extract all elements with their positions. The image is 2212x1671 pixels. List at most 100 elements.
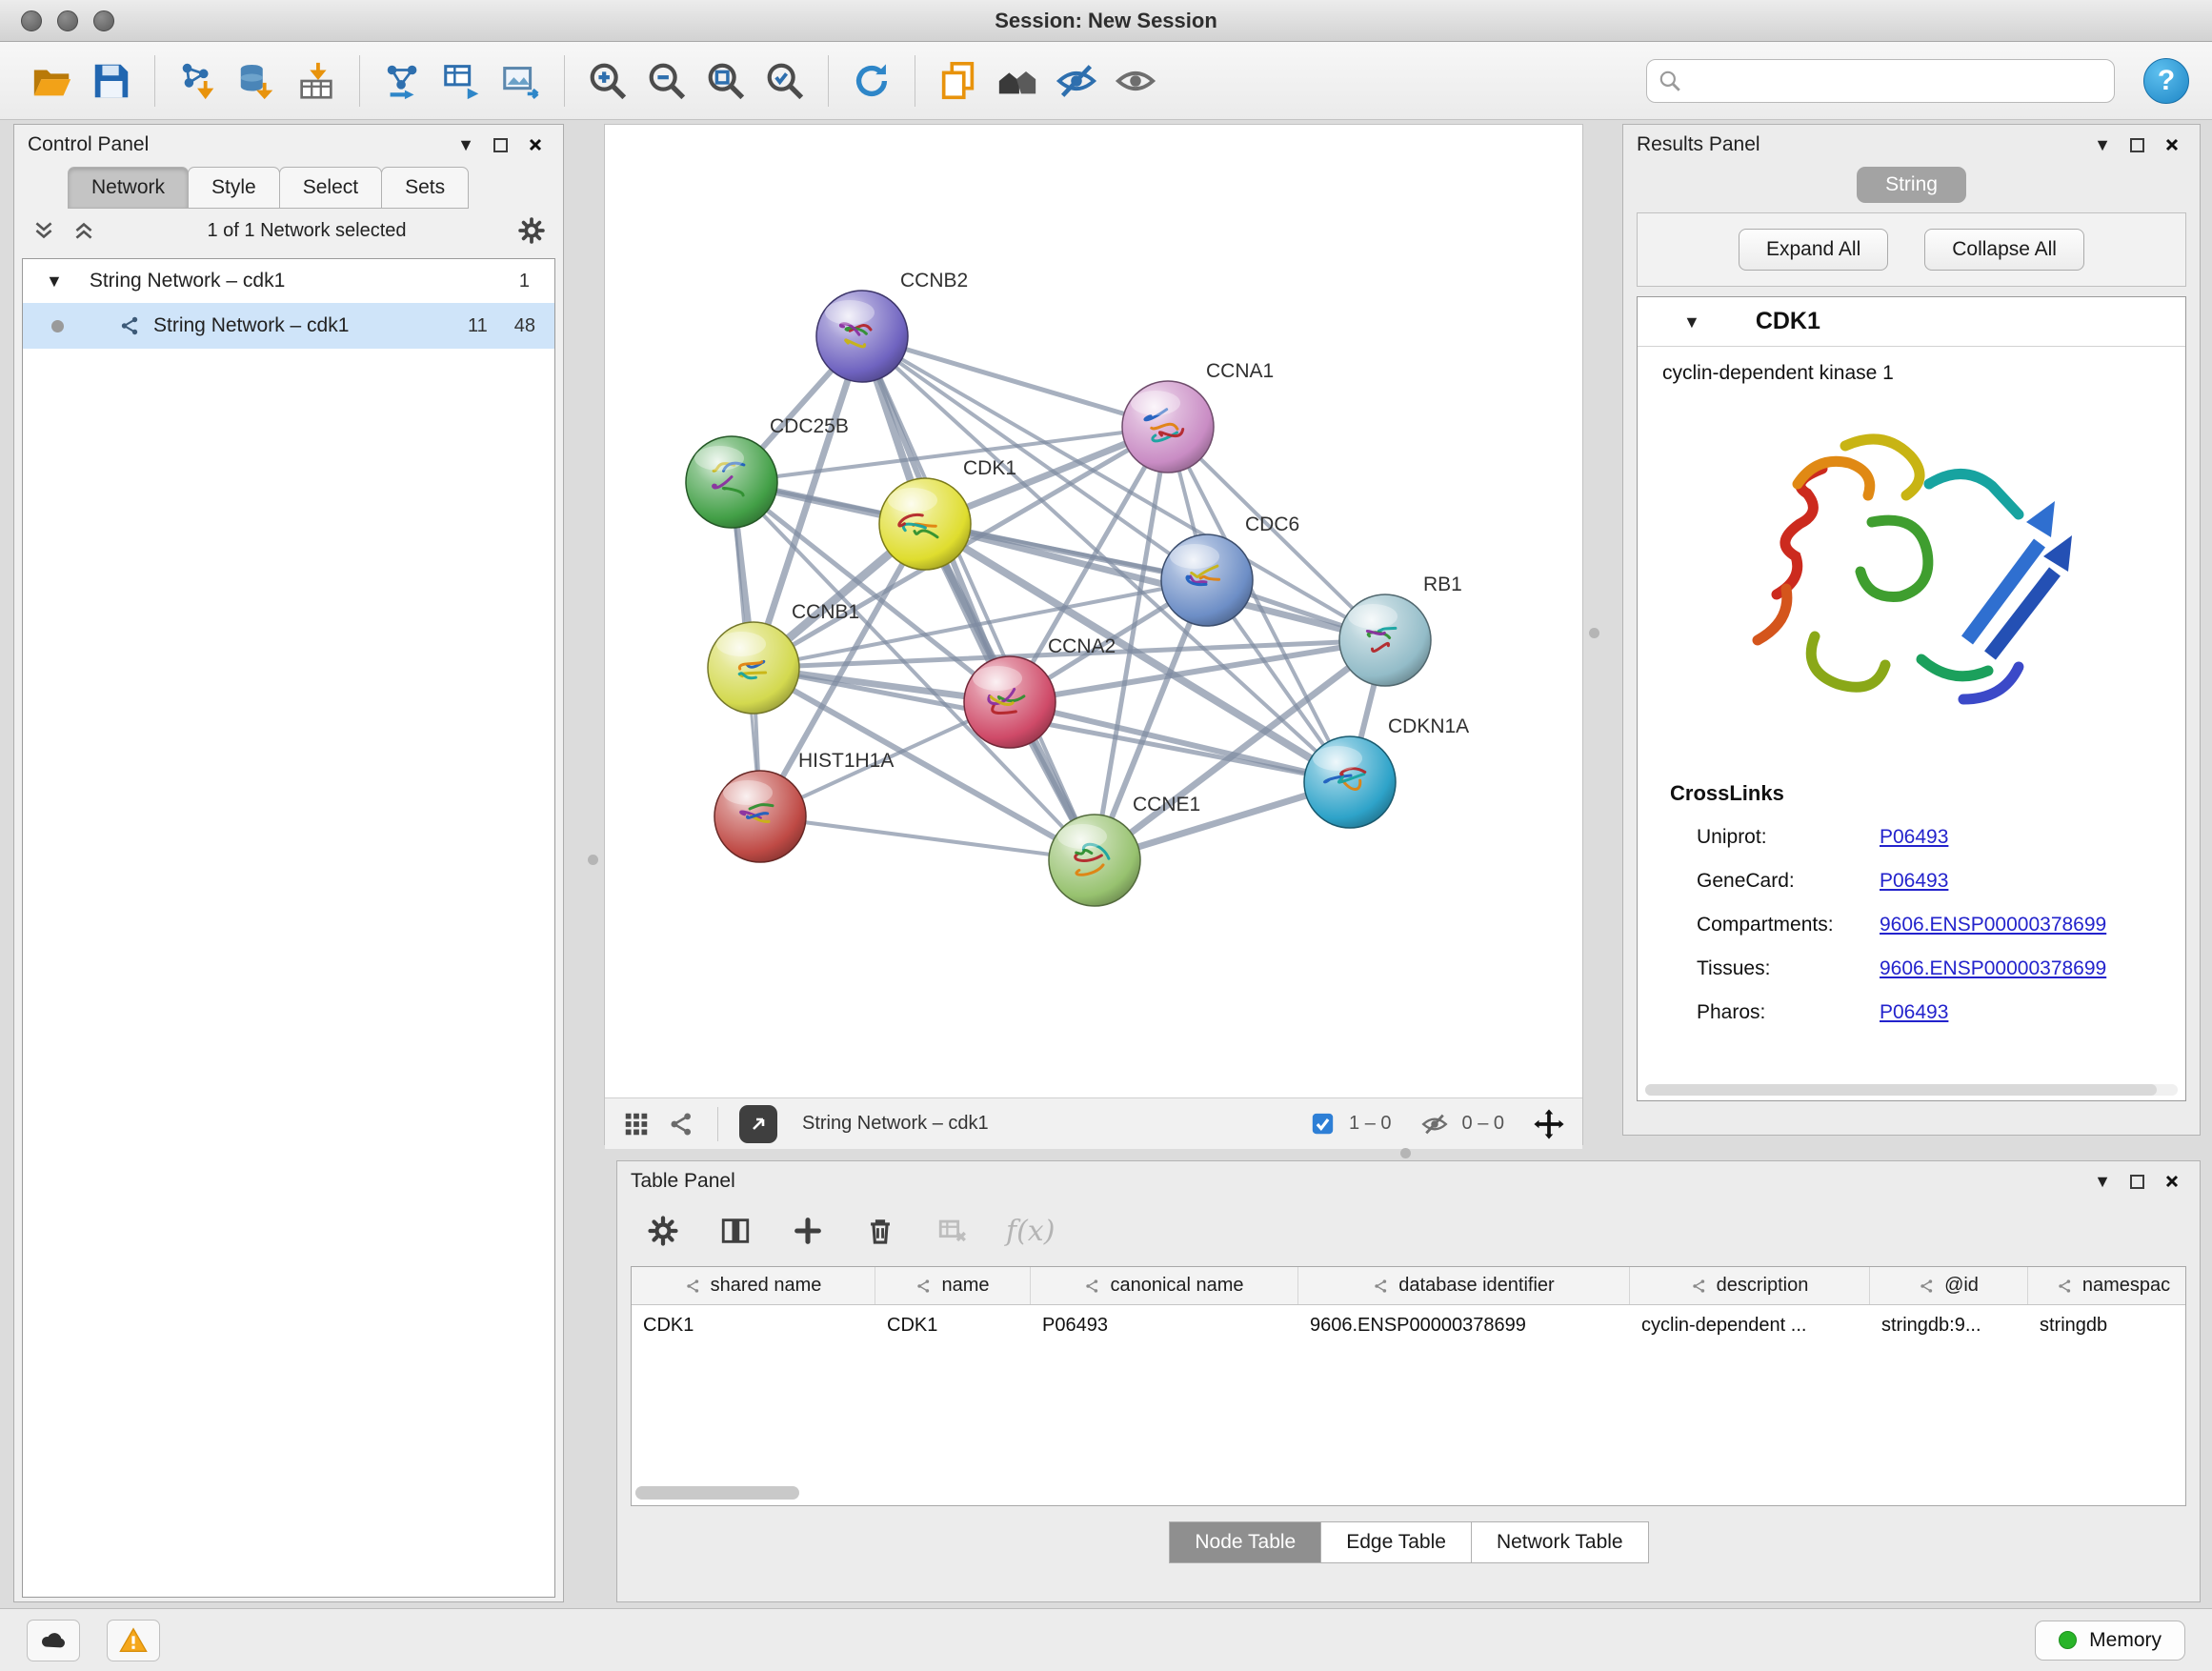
hide-selected-button[interactable] — [1047, 51, 1106, 111]
tab-node-table[interactable]: Node Table — [1169, 1521, 1321, 1563]
cell[interactable]: P06493 — [1031, 1305, 1298, 1345]
column-header--id[interactable]: @id — [1870, 1267, 2028, 1304]
show-all-button[interactable] — [1106, 51, 1165, 111]
tab-network[interactable]: Network — [68, 167, 189, 209]
minimize-window-button[interactable] — [57, 10, 78, 31]
close-panel-icon[interactable] — [2163, 136, 2181, 153]
column-header-description[interactable]: description — [1630, 1267, 1870, 1304]
table-options-gear-button[interactable] — [644, 1212, 682, 1250]
cell[interactable]: stringdb — [2028, 1305, 2186, 1345]
expand-all-button[interactable]: Expand All — [1739, 229, 1888, 271]
zoom-out-button[interactable] — [637, 51, 696, 111]
warnings-button[interactable] — [107, 1620, 160, 1661]
cell[interactable]: 9606.ENSP00000378699 — [1298, 1305, 1630, 1345]
column-header-shared-name[interactable]: shared name — [632, 1267, 875, 1304]
zoom-fit-button[interactable] — [696, 51, 755, 111]
node-CDKN1A[interactable] — [1304, 736, 1396, 828]
tab-string[interactable]: String — [1857, 167, 1966, 203]
splitter-handle[interactable] — [1589, 628, 1599, 638]
tab-style[interactable]: Style — [188, 167, 280, 209]
column-header-name[interactable]: name — [875, 1267, 1031, 1304]
node-CCNE1[interactable] — [1049, 815, 1140, 906]
birds-eye-view-icon[interactable] — [622, 1110, 651, 1138]
network-canvas[interactable]: CCNB2CCNA1CDC25BCDK1CDC6RB1CCNB1CCNA2CDK… — [605, 125, 1582, 1093]
edge-CCNB2-CCNE1[interactable] — [862, 336, 1095, 860]
tab-sets[interactable]: Sets — [381, 167, 469, 209]
cloud-status-button[interactable] — [27, 1620, 80, 1661]
edge-CCNA2-CDKN1A[interactable] — [1010, 702, 1350, 782]
new-table-button[interactable] — [432, 51, 492, 111]
results-horizontal-scrollbar[interactable] — [1645, 1084, 2178, 1096]
column-header-database-identifier[interactable]: database identifier — [1298, 1267, 1630, 1304]
crosslink-value-link[interactable]: P06493 — [1880, 826, 1948, 849]
show-columns-button[interactable] — [716, 1212, 754, 1250]
zoom-in-button[interactable] — [578, 51, 637, 111]
node-CDK1[interactable] — [879, 478, 971, 570]
cell[interactable]: CDK1 — [632, 1305, 875, 1345]
import-table-from-file-button[interactable] — [287, 51, 346, 111]
selected-checkbox-icon[interactable] — [1310, 1111, 1336, 1137]
collapse-all-button[interactable]: Collapse All — [1924, 229, 2084, 271]
pan-crosshair-icon[interactable] — [1533, 1108, 1565, 1140]
crosslink-value-link[interactable]: P06493 — [1880, 870, 1948, 893]
zoom-window-button[interactable] — [93, 10, 114, 31]
search-input[interactable] — [1646, 59, 2115, 103]
node-CCNA2[interactable] — [964, 656, 1056, 748]
save-session-button[interactable] — [82, 51, 141, 111]
node-CCNB2[interactable] — [816, 291, 908, 382]
crosslink-value-link[interactable]: 9606.ENSP00000378699 — [1880, 914, 2106, 936]
close-panel-icon[interactable] — [527, 136, 544, 153]
hidden-eye-slash-icon[interactable] — [1420, 1110, 1449, 1138]
float-panel-icon[interactable] — [493, 138, 508, 152]
column-header-namespac[interactable]: namespac — [2028, 1267, 2186, 1304]
cell[interactable]: CDK1 — [875, 1305, 1031, 1345]
crosslink-value-link[interactable]: 9606.ENSP00000378699 — [1880, 957, 2106, 980]
gene-card-header[interactable]: ▼ CDK1 — [1638, 297, 2185, 347]
first-neighbors-button[interactable] — [988, 51, 1047, 111]
column-header-canonical-name[interactable]: canonical name — [1031, 1267, 1298, 1304]
float-panel-icon[interactable] — [2130, 138, 2144, 152]
help-button[interactable]: ? — [2143, 58, 2189, 104]
network-share-icon[interactable] — [668, 1110, 696, 1138]
cell[interactable]: stringdb:9... — [1870, 1305, 2028, 1345]
table-row[interactable]: CDK1CDK1P064939606.ENSP00000378699cyclin… — [632, 1305, 2185, 1345]
network-row-selected[interactable]: String Network – cdk1 11 48 — [23, 303, 554, 349]
detach-view-button[interactable] — [739, 1105, 777, 1143]
float-panel-icon[interactable] — [2130, 1175, 2144, 1189]
panel-menu-icon[interactable]: ▼ — [457, 136, 474, 153]
tree-expander-icon[interactable]: ▼ — [46, 272, 63, 290]
import-network-from-file-button[interactable] — [169, 51, 228, 111]
node-CCNA1[interactable] — [1122, 381, 1214, 473]
tab-edge-table[interactable]: Edge Table — [1320, 1521, 1472, 1563]
open-session-button[interactable] — [23, 51, 82, 111]
export-image-button[interactable] — [492, 51, 551, 111]
network-options-gear-icon[interactable] — [517, 216, 546, 245]
create-column-button[interactable] — [789, 1212, 827, 1250]
collapse-all-icon[interactable] — [31, 218, 56, 243]
node-CCNB1[interactable] — [708, 622, 799, 714]
collapse-gene-icon[interactable]: ▼ — [1683, 313, 1700, 331]
tab-network-table[interactable]: Network Table — [1471, 1521, 1649, 1563]
node-HIST1H1A[interactable] — [714, 771, 806, 862]
network-collection-row[interactable]: ▼ String Network – cdk1 1 — [23, 259, 554, 303]
table-horizontal-scrollbar[interactable] — [635, 1486, 2182, 1500]
memory-button[interactable]: Memory — [2035, 1621, 2185, 1661]
tab-select[interactable]: Select — [279, 167, 382, 209]
edge-CCNB2-CCNA1[interactable] — [862, 336, 1168, 427]
close-window-button[interactable] — [21, 10, 42, 31]
cell[interactable]: cyclin-dependent ... — [1630, 1305, 1870, 1345]
close-panel-icon[interactable] — [2163, 1173, 2181, 1190]
panel-menu-icon[interactable]: ▼ — [2094, 1173, 2111, 1190]
node-RB1[interactable] — [1339, 594, 1431, 686]
edge-CCNE1-HIST1H1A[interactable] — [760, 816, 1095, 860]
crosslink-value-link[interactable]: P06493 — [1880, 1001, 1948, 1024]
refresh-view-button[interactable] — [842, 51, 901, 111]
splitter-handle[interactable] — [1400, 1148, 1411, 1158]
panel-menu-icon[interactable]: ▼ — [2094, 136, 2111, 153]
delete-columns-button[interactable] — [861, 1212, 899, 1250]
node-CDC25B[interactable] — [686, 436, 777, 528]
node-CDC6[interactable] — [1161, 534, 1253, 626]
expand-all-icon[interactable] — [71, 218, 96, 243]
copy-document-button[interactable] — [929, 51, 988, 111]
new-network-button[interactable] — [373, 51, 432, 111]
